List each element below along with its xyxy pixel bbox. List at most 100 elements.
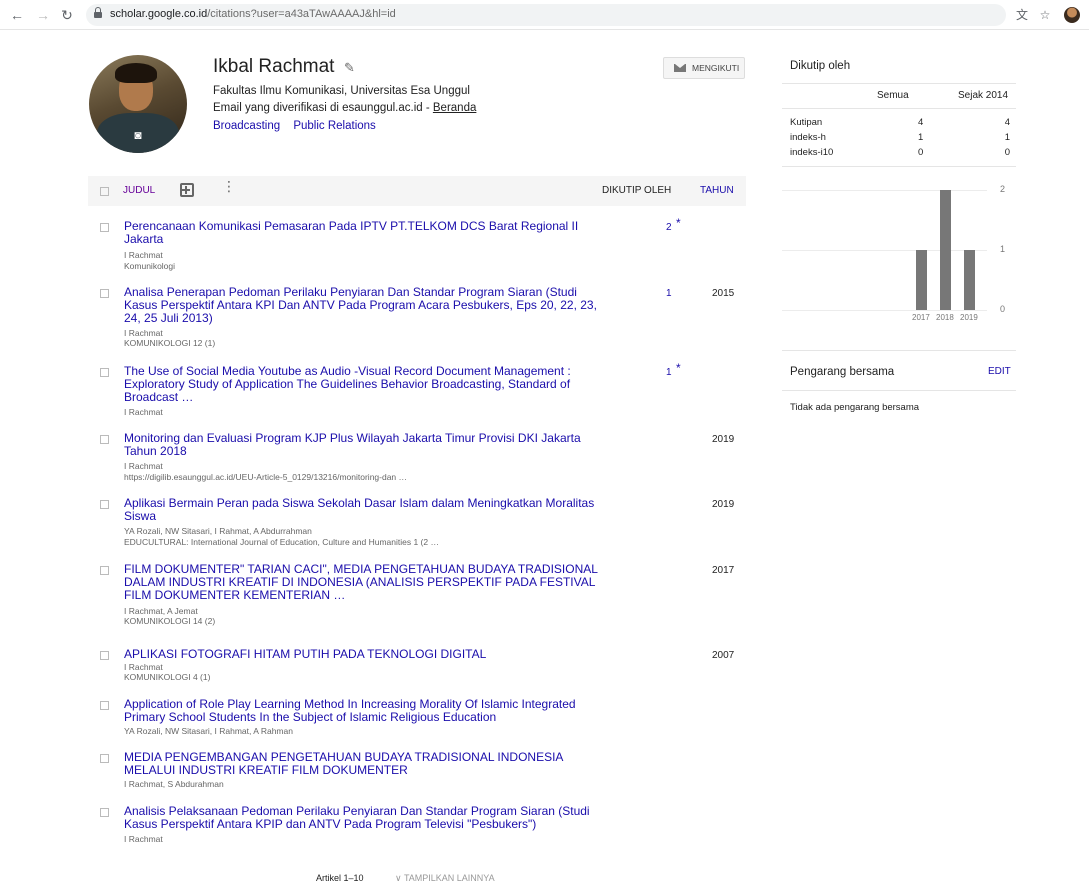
stat-row-h-index: indeks-h 1 1 <box>790 132 1010 143</box>
chart-x-tick: 2017 <box>912 313 930 322</box>
profile-photo[interactable]: ◙ <box>89 55 187 153</box>
article-checkbox[interactable] <box>100 289 109 298</box>
interest-link[interactable]: Broadcasting <box>213 120 280 132</box>
article-title[interactable]: APLIKASI FOTOGRAFI HITAM PUTIH PADA TEKN… <box>124 648 604 661</box>
article-authors: YA Rozali, NW Sitasari, I Rahmat, A Abdu… <box>124 526 312 536</box>
article-row: Analisa Penerapan Pedoman Perilaku Penyi… <box>88 286 746 350</box>
article-checkbox[interactable] <box>100 223 109 232</box>
sort-by-year[interactable]: TAHUN <box>700 185 734 196</box>
article-year: 2007 <box>712 650 735 661</box>
url-text[interactable]: scholar.google.co.id/citations?user=a43a… <box>110 8 396 20</box>
chart-gridline <box>782 310 987 311</box>
browser-profile-avatar[interactable] <box>1064 7 1080 23</box>
stat-row-i10-index: indeks-i10 0 0 <box>790 147 1010 158</box>
article-checkbox[interactable] <box>100 368 109 377</box>
profile-name: Ikbal Rachmat <box>213 56 335 77</box>
edit-pencil-icon[interactable]: ✎ <box>344 60 355 76</box>
camera-icon[interactable]: ◙ <box>129 129 147 142</box>
article-row: Application of Role Play Learning Method… <box>88 698 746 738</box>
article-title[interactable]: FILM DOKUMENTER" TARIAN CACI", MEDIA PEN… <box>124 563 604 602</box>
article-authors: YA Rozali, NW Sitasari, I Rahmat, A Rahm… <box>124 726 293 736</box>
stat-all: 1 <box>918 132 924 143</box>
chart-bar-2019[interactable] <box>964 250 975 310</box>
article-checkbox[interactable] <box>100 500 109 509</box>
chart-y-tick: 2 <box>1000 184 1006 194</box>
chart-gridline <box>782 250 987 251</box>
article-row: Monitoring dan Evaluasi Program KJP Plus… <box>88 432 746 484</box>
articles-table-header: JUDUL ⋮ DIKUTIP OLEH TAHUN <box>88 176 746 206</box>
article-title[interactable]: Monitoring dan Evaluasi Program KJP Plus… <box>124 432 604 458</box>
article-title[interactable]: Analisis Pelaksanaan Pedoman Perilaku Pe… <box>124 805 604 831</box>
article-row: APLIKASI FOTOGRAFI HITAM PUTIH PADA TEKN… <box>88 648 746 684</box>
article-checkbox[interactable] <box>100 701 109 710</box>
sort-by-cited[interactable]: DIKUTIP OLEH <box>602 185 671 196</box>
star-bookmark-icon[interactable]: ☆ <box>1036 6 1054 24</box>
citation-star[interactable]: * <box>676 361 681 375</box>
article-authors: I Rachmat <box>124 328 163 338</box>
stat-label[interactable]: Kutipan <box>790 117 822 128</box>
divider <box>782 108 1016 109</box>
forward-arrow-icon[interactable]: → <box>34 6 52 24</box>
article-title[interactable]: MEDIA PENGEMBANGAN PENGETAHUAN BUDAYA TR… <box>124 751 604 777</box>
article-cited-count[interactable]: 1 <box>666 288 672 299</box>
article-year: 2017 <box>712 565 735 576</box>
show-more-button[interactable]: ∨ TAMPILKAN LAINNYA <box>395 873 495 883</box>
col-all-header: Semua <box>877 90 909 101</box>
article-authors: I Rachmat <box>124 662 163 672</box>
article-venue: https://digilib.esaunggul.ac.id/UEU-Arti… <box>124 472 408 482</box>
chart-bar-2018[interactable] <box>940 190 951 310</box>
article-venue: EDUCULTURAL: International Journal of Ed… <box>124 537 439 547</box>
stat-all: 0 <box>918 147 924 158</box>
envelope-icon <box>674 64 686 72</box>
follow-button[interactable]: MENGIKUTI <box>663 57 745 79</box>
address-bar[interactable]: scholar.google.co.id/citations?user=a43a… <box>86 4 1006 26</box>
stat-row-citations: Kutipan 4 4 <box>790 117 1010 128</box>
back-arrow-icon[interactable]: ← <box>8 6 26 24</box>
cited-by-title: Dikutip oleh <box>790 60 851 72</box>
chart-x-tick: 2018 <box>936 313 954 322</box>
divider <box>782 83 1016 84</box>
chart-x-tick: 2019 <box>960 313 978 322</box>
article-checkbox[interactable] <box>100 566 109 575</box>
chart-y-tick: 0 <box>1000 304 1006 314</box>
article-title[interactable]: Application of Role Play Learning Method… <box>124 698 604 724</box>
coauthors-empty: Tidak ada pengarang bersama <box>790 402 920 413</box>
article-title[interactable]: Analisa Penerapan Pedoman Perilaku Penyi… <box>124 286 604 325</box>
article-checkbox[interactable] <box>100 808 109 817</box>
article-title[interactable]: Perencanaan Komunikasi Pemasaran Pada IP… <box>124 220 604 246</box>
article-cited-count[interactable]: 2 <box>666 222 672 233</box>
chart-bar-2017[interactable] <box>916 250 927 310</box>
article-venue: KOMUNIKOLOGI 14 (2) <box>124 616 216 626</box>
article-authors: I Rachmat, A Jemat <box>124 606 198 616</box>
article-authors: I Rachmat, S Abdurahman <box>124 779 224 789</box>
stat-all: 4 <box>918 117 924 128</box>
interest-link[interactable]: Public Relations <box>293 120 375 132</box>
reload-icon[interactable]: ↻ <box>58 6 76 24</box>
article-title[interactable]: Aplikasi Bermain Peran pada Siswa Sekola… <box>124 497 604 523</box>
chart-gridline <box>782 190 987 191</box>
article-checkbox[interactable] <box>100 435 109 444</box>
article-title[interactable]: The Use of Social Media Youtube as Audio… <box>124 365 604 404</box>
article-authors: I Rachmat <box>124 407 163 417</box>
article-cited-count[interactable]: 1 <box>666 367 672 378</box>
select-all-checkbox[interactable] <box>100 187 109 196</box>
article-row: MEDIA PENGEMBANGAN PENGETAHUAN BUDAYA TR… <box>88 751 746 791</box>
sort-by-title[interactable]: JUDUL <box>123 185 155 196</box>
pagination-range: Artikel 1–10 <box>316 873 364 883</box>
stat-label[interactable]: indeks-i10 <box>790 147 833 158</box>
more-options-icon[interactable]: ⋮ <box>222 179 236 193</box>
article-year: 2015 <box>712 288 735 299</box>
citation-star[interactable]: * <box>676 216 681 230</box>
article-year: 2019 <box>712 499 735 510</box>
divider <box>782 166 1016 167</box>
article-checkbox[interactable] <box>100 651 109 660</box>
stat-label[interactable]: indeks-h <box>790 132 826 143</box>
homepage-link[interactable]: Beranda <box>433 102 476 114</box>
article-authors: I Rachmat <box>124 834 163 844</box>
translate-icon[interactable]: 文 <box>1013 6 1031 24</box>
coauthors-edit-button[interactable]: EDIT <box>988 366 1011 377</box>
coauthors-title: Pengarang bersama <box>790 366 895 378</box>
article-checkbox[interactable] <box>100 754 109 763</box>
add-article-icon[interactable] <box>180 183 194 197</box>
profile-affiliation: Fakultas Ilmu Komunikasi, Universitas Es… <box>213 85 470 97</box>
